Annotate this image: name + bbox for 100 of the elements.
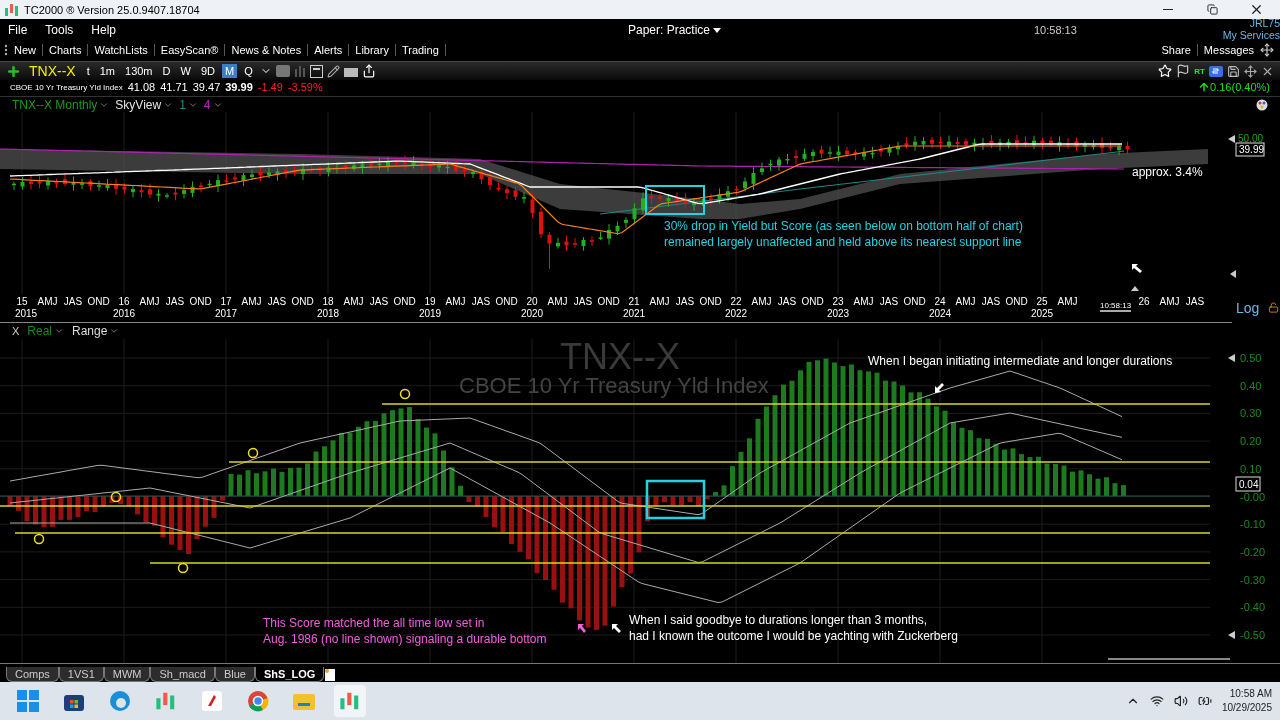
sheet-tab[interactable]: Sh_macd [150,667,215,682]
interval-button[interactable]: t [83,64,93,78]
legend-label[interactable]: TNX--X Monthly [12,97,98,112]
legend-label[interactable]: Real [27,324,53,338]
axis-label: 24 [934,296,946,307]
axis-label: -0.20 [1240,545,1266,558]
price-tag: 39.99 [1235,142,1265,157]
axis-label: AMJ [853,296,874,307]
interval-button[interactable]: 130m [122,64,156,78]
axis-label: JAS [777,296,797,307]
axis-label: OND [1005,296,1028,307]
axis-label: 26 [1138,296,1150,307]
axis-label: 2024 [928,308,952,319]
axis-label: OND [903,296,926,307]
toolbar-item[interactable]: EasyScan® [154,44,226,56]
axis-label: OND [597,296,620,307]
day-change-percent: (0.40%) [1231,81,1270,93]
menu-item[interactable]: Help [91,23,117,37]
clock-text: 10:58:13 [1034,24,1077,36]
taskbar-date[interactable]: 10/29/2025 [1221,701,1272,715]
axis-label: 0.20 [1240,435,1262,448]
high-price: 41.71 [160,81,188,93]
legend-label[interactable]: SkyView [115,97,162,112]
axis-label: JAS [267,296,287,307]
sheet-tab[interactable]: Blue [214,667,255,682]
axis-label: AMJ [343,296,364,307]
chart-annotation: When I began initiating intermediate and longer durations [868,353,1173,369]
toolbar-item[interactable]: WatchLists [88,44,155,56]
value-tag: 0.04 [1235,476,1261,492]
toolbar-item[interactable]: News & Notes [225,44,309,56]
open-price: 41.08 [127,81,156,93]
axis-label: AMJ [1057,296,1078,307]
axis-label: OND [87,296,110,307]
percent-change: -3.59% [287,81,323,93]
axis-label: 19 [424,296,436,307]
interval-button[interactable]: Q [241,64,256,78]
axis-label: 2025 [1030,308,1054,319]
axis-label: AMJ [751,296,772,307]
account-selector[interactable]: Paper: Practice [628,23,711,37]
toolbar-item[interactable]: Library [349,44,396,56]
axis-label: 0.10 [1240,462,1262,475]
toolbar-item[interactable]: Alerts [308,44,350,56]
axis-label: 2022 [724,308,748,319]
sheet-tab[interactable]: 1VS1 [58,667,104,682]
axis-label: 22 [730,296,742,307]
axis-label: AMJ [1159,296,1180,307]
axis-label: 18 [322,296,334,307]
axis-label: AMJ [139,296,160,307]
axis-label: 2021 [622,308,646,319]
interval-button[interactable]: D [159,64,174,78]
instrument-name: CBOE 10 Yr Treasury Yld Index [10,82,123,92]
interval-button[interactable]: M [221,64,238,78]
axis-label: 0.30 [1240,407,1262,420]
last-price: 39.99 [225,81,253,93]
axis-label: 2023 [826,308,850,319]
axis-label: JAS [471,296,491,307]
sheet-tab[interactable]: Comps [6,667,59,682]
interval-button[interactable]: 1m [96,64,118,78]
interval-button[interactable]: 9D [197,64,218,78]
chart-annotation: When I said goodbye to durations longer than 3 months, had I known the outcome I would be yachting with Zuckerberg [629,612,958,644]
realtime-label[interactable]: RT [1194,66,1205,76]
legend-label[interactable]: 1 [179,97,186,112]
toolbar-item[interactable]: Charts [43,44,89,56]
toolbar-item[interactable]: Share [1155,44,1198,56]
close-pane-button[interactable]: X [12,325,20,337]
user-name[interactable]: JRL75 [1249,17,1280,29]
axis-label: 2020 [520,308,544,319]
axis-label: 20 [526,296,538,307]
interval-button[interactable]: W [177,64,194,78]
menu-item[interactable]: Tools [45,23,74,37]
legend-label[interactable]: 4 [203,97,211,112]
axis-label: OND [189,296,212,307]
axis-label: AMJ [649,296,670,307]
axis-label: -0.30 [1240,573,1266,586]
toolbar-item[interactable]: New [8,44,43,56]
axis-label: AMJ [241,296,262,307]
axis-label: JAS [879,296,899,307]
log-scale-toggle[interactable]: Log [1236,300,1260,316]
menu-item[interactable]: File [8,23,28,37]
taskbar-time[interactable]: 10:58 AM [1229,687,1272,701]
chart-annotation: 30% drop in Yield but Score (as seen below on bottom half of chart) remained largely unaffected and held above its nearest support line [664,218,1023,250]
sheet-tab[interactable]: ShS_LOG [255,667,325,682]
symbol-text[interactable]: TNX--X [29,63,76,79]
services-link[interactable]: My Services [1222,29,1280,41]
axis-label: -0.40 [1240,601,1266,614]
axis-label: 50.00 [1238,133,1264,144]
axis-label: JAS [165,296,185,307]
axis-label: JAS [981,296,1001,307]
toolbar-item[interactable]: Trading [395,44,446,56]
axis-label: 2019 [418,308,442,319]
axis-label: OND [495,296,518,307]
axis-label: JAS [63,296,83,307]
axis-label: 2016 [112,308,136,319]
axis-label: -0.00 [1240,490,1266,503]
legend-label[interactable]: Range [72,324,108,338]
axis-label: 25 [1036,296,1048,307]
axis-label: 21 [628,296,640,307]
sheet-tab[interactable]: MWM [103,667,151,682]
clock-text: 10:58:13 [1100,301,1132,312]
toolbar-item[interactable]: Messages [1197,44,1260,56]
